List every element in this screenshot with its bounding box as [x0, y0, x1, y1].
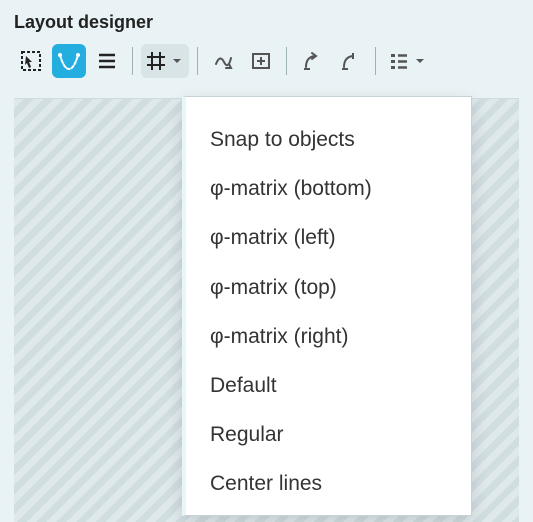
menu-item-snap-to-objects[interactable]: Snap to objects — [186, 115, 471, 164]
grid-dropdown-menu: Snap to objects φ-matrix (bottom) φ-matr… — [182, 96, 472, 516]
freehand-path-icon — [212, 50, 234, 72]
menu-item-phi-right[interactable]: φ-matrix (right) — [186, 312, 471, 361]
rotate-tool-icon — [301, 50, 323, 72]
menu-item-phi-top[interactable]: φ-matrix (top) — [186, 263, 471, 312]
scale-tool-icon — [339, 50, 361, 72]
toolbar-separator — [132, 47, 133, 75]
selection-rect-icon — [20, 50, 42, 72]
align-lines-icon — [96, 50, 118, 72]
frame-tool-button[interactable] — [244, 44, 278, 78]
menu-item-phi-left[interactable]: φ-matrix (left) — [186, 213, 471, 262]
curve-tool-button[interactable] — [52, 44, 86, 78]
panel-title: Layout designer — [14, 12, 519, 33]
toolbar-separator — [286, 47, 287, 75]
list-view-icon — [388, 50, 410, 72]
scale-tool-button[interactable] — [333, 44, 367, 78]
toolbar — [14, 41, 519, 81]
select-tool-button[interactable] — [14, 44, 48, 78]
menu-item-center-lines[interactable]: Center lines — [186, 459, 471, 508]
rotate-tool-button[interactable] — [295, 44, 329, 78]
toolbar-separator — [375, 47, 376, 75]
chevron-down-icon — [169, 53, 185, 69]
menu-item-regular[interactable]: Regular — [186, 410, 471, 459]
freehand-path-button[interactable] — [206, 44, 240, 78]
align-lines-button[interactable] — [90, 44, 124, 78]
toolbar-separator — [197, 47, 198, 75]
grid-icon — [145, 50, 167, 72]
layout-designer-panel: Layout designer — [0, 0, 533, 522]
frame-tool-icon — [250, 50, 272, 72]
list-view-dropdown-button[interactable] — [384, 44, 432, 78]
menu-item-phi-bottom[interactable]: φ-matrix (bottom) — [186, 164, 471, 213]
grid-dropdown-button[interactable] — [141, 44, 189, 78]
curve-tool-icon — [57, 49, 81, 73]
chevron-down-icon — [412, 53, 428, 69]
menu-item-default[interactable]: Default — [186, 361, 471, 410]
